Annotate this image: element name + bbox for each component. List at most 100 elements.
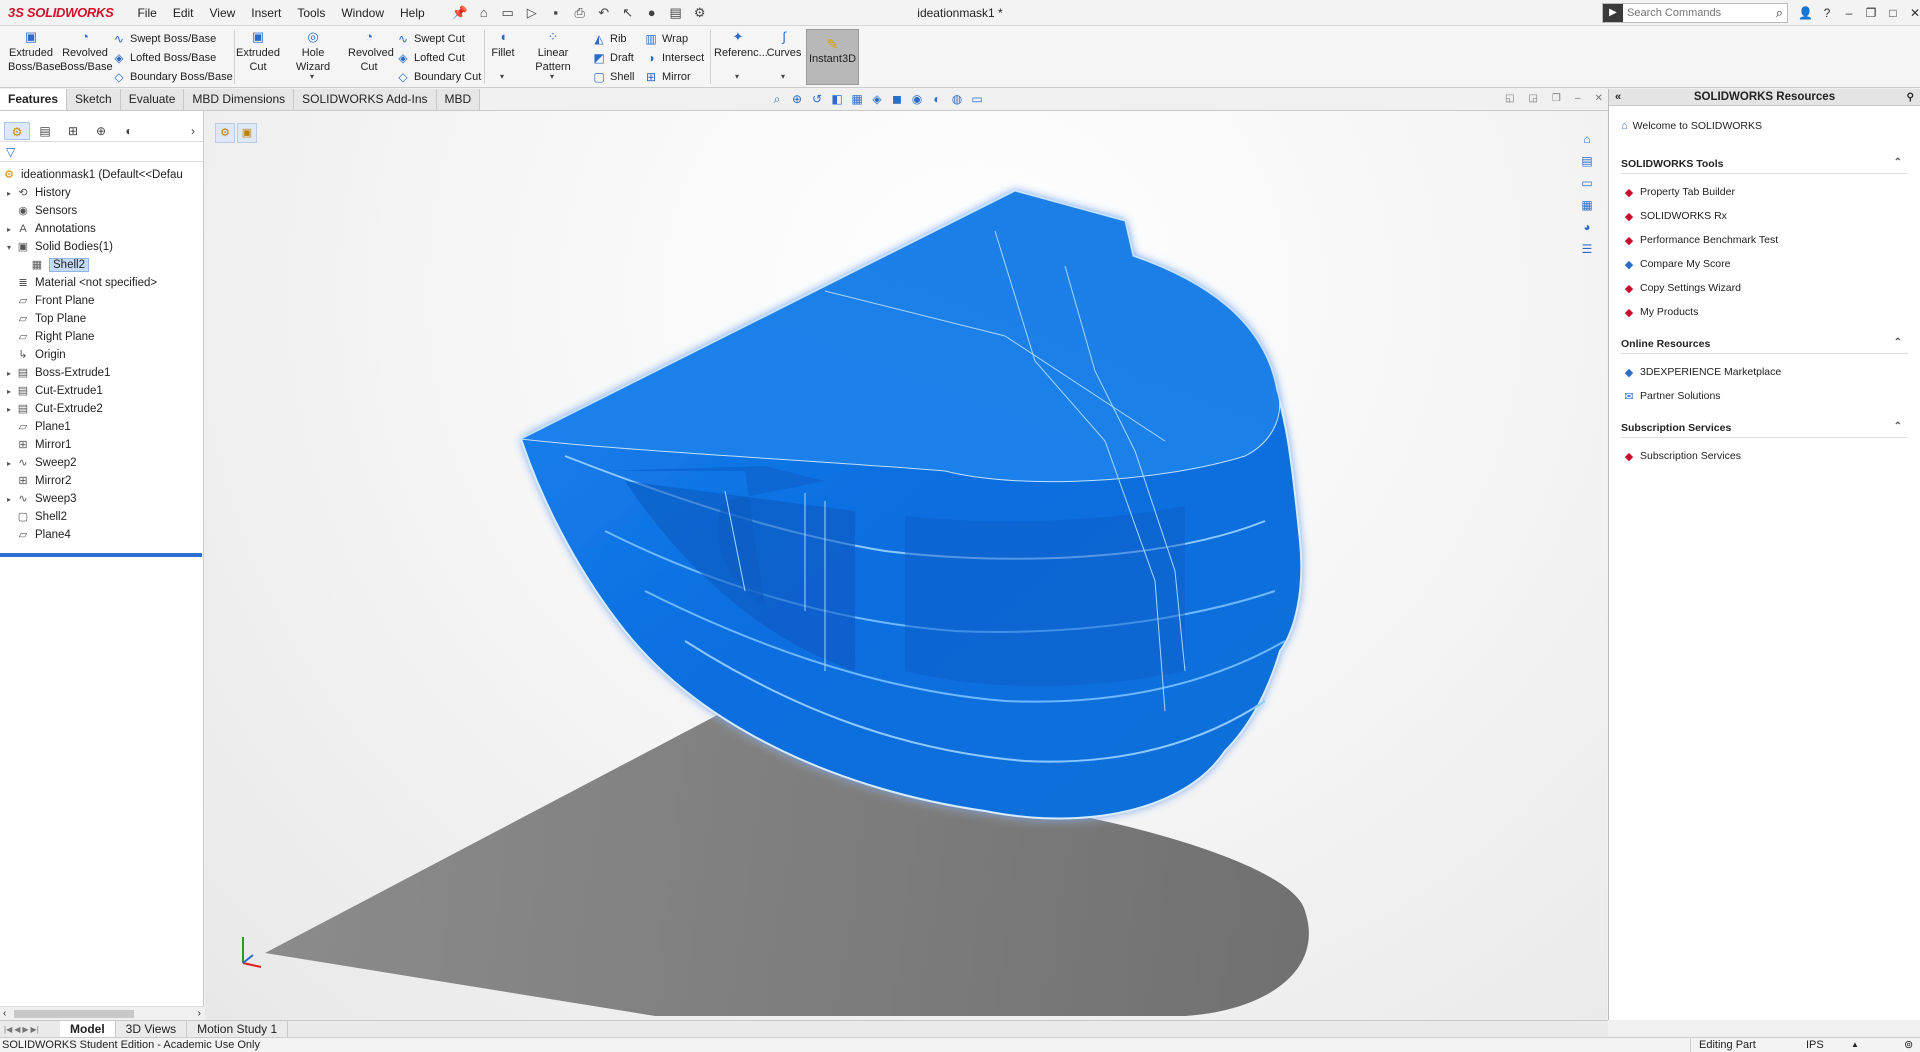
- tab-evaluate[interactable]: Evaluate: [120, 89, 185, 110]
- expand-caret-icon[interactable]: ▾: [4, 243, 14, 252]
- tab-sketch[interactable]: Sketch: [67, 89, 121, 110]
- linear-pattern-button[interactable]: ⁘ Linear Pattern: [520, 30, 586, 74]
- tree-horizontal-scrollbar[interactable]: ‹ ›: [0, 1006, 204, 1020]
- traffic-light-icon[interactable]: ●: [643, 4, 661, 22]
- save-icon[interactable]: ▪: [547, 4, 565, 22]
- search-icon[interactable]: ⌕: [1776, 5, 1787, 21]
- rib-button[interactable]: ◭ Rib: [592, 32, 626, 46]
- open-folder-icon[interactable]: ▷: [523, 4, 541, 22]
- solidworks-logo[interactable]: 3S SOLIDWORKS: [0, 0, 121, 26]
- viewport-minimize-icon[interactable]: –: [1575, 93, 1581, 104]
- search-commands[interactable]: ▶ ⌕: [1602, 3, 1788, 23]
- zoom-to-fit-icon[interactable]: ⌕: [770, 92, 784, 107]
- fillet-dropdown-icon[interactable]: ▾: [500, 72, 504, 81]
- viewport-split-icon[interactable]: ◲: [1528, 93, 1537, 104]
- tab-features[interactable]: Features: [0, 89, 68, 110]
- tree-item[interactable]: ▦ Shell2: [0, 256, 203, 274]
- view-palette-icon[interactable]: ▦: [1579, 197, 1595, 213]
- mirror-button[interactable]: ⊞ Mirror: [644, 70, 691, 84]
- tree-item[interactable]: ▸ ∿ Sweep3: [0, 490, 203, 508]
- minimize-icon[interactable]: –: [1842, 6, 1856, 20]
- collapse-section-icon[interactable]: ⌃: [1894, 337, 1902, 348]
- appearances-icon[interactable]: ◕: [1579, 219, 1595, 235]
- reference-dropdown-icon[interactable]: ▾: [735, 72, 739, 81]
- task-pane-pin-icon[interactable]: ⚲: [1907, 89, 1914, 106]
- revolved-cut-button[interactable]: ◔ Revolved Cut: [348, 30, 394, 74]
- view-orientation-icon[interactable]: ◈: [870, 92, 884, 107]
- resource-link[interactable]: ◆ Subscription Services: [1621, 444, 1908, 468]
- previous-view-icon[interactable]: ↺: [810, 92, 824, 107]
- tab-mbd-dimensions[interactable]: MBD Dimensions: [184, 89, 295, 110]
- tab-scroll-right-icon[interactable]: ›: [187, 122, 199, 140]
- tree-item[interactable]: ▱ Front Plane: [0, 292, 203, 310]
- wrap-button[interactable]: ▥ Wrap: [644, 32, 688, 46]
- rebuild-status-icon[interactable]: ⊚: [1904, 1038, 1913, 1052]
- bottom-tab-model[interactable]: Model: [60, 1021, 116, 1037]
- menu-item-view[interactable]: View: [202, 0, 244, 26]
- unit-system[interactable]: IPS: [1806, 1038, 1824, 1052]
- undo-icon[interactable]: ↶: [595, 4, 613, 22]
- property-manager-tab-icon[interactable]: ▤: [32, 122, 58, 140]
- display-manager-tab-icon[interactable]: ◐: [116, 122, 142, 140]
- curves-dropdown-icon[interactable]: ▾: [781, 72, 785, 81]
- apply-scene-icon[interactable]: ◍: [950, 92, 964, 107]
- welcome-link[interactable]: ⌂ Welcome to SOLIDWORKS: [1621, 120, 1908, 132]
- menu-item-edit[interactable]: Edit: [165, 0, 202, 26]
- tree-item[interactable]: ⊞ Mirror1: [0, 436, 203, 454]
- last-tab-icon[interactable]: ▶|: [31, 1025, 39, 1034]
- expand-caret-icon[interactable]: ▸: [4, 189, 14, 198]
- resource-link[interactable]: ◆ My Products: [1621, 300, 1908, 324]
- user-icon[interactable]: 👤: [1798, 6, 1813, 20]
- menu-item-file[interactable]: File: [129, 0, 164, 26]
- tree-filter[interactable]: ▽: [0, 142, 203, 162]
- resource-section-title[interactable]: SOLIDWORKS Tools ⌃: [1621, 157, 1908, 174]
- file-explorer-icon[interactable]: ▭: [1579, 175, 1595, 191]
- display-style-icon[interactable]: ◼: [890, 92, 904, 107]
- first-tab-icon[interactable]: |◀: [4, 1025, 12, 1034]
- tree-item[interactable]: ▸ ⟲ History: [0, 184, 203, 202]
- search-scope-icon[interactable]: ▶: [1603, 4, 1623, 22]
- scroll-right-icon[interactable]: ›: [198, 1007, 201, 1021]
- tree-item[interactable]: ◉ Sensors: [0, 202, 203, 220]
- edit-appearance-icon[interactable]: ◐: [930, 92, 944, 107]
- swept-cut-button[interactable]: ∿ Swept Cut: [396, 32, 465, 46]
- tree-item[interactable]: ≣ Material <not specified>: [0, 274, 203, 292]
- tree-item[interactable]: ▸ ▤ Cut-Extrude1: [0, 382, 203, 400]
- filter-icon[interactable]: ▽: [6, 145, 15, 159]
- expand-caret-icon[interactable]: ▸: [4, 387, 14, 396]
- collapse-section-icon[interactable]: ⌃: [1894, 421, 1902, 432]
- boundary-boss-button[interactable]: ◇ Boundary Boss/Base: [112, 70, 232, 84]
- hole-wizard-button[interactable]: ◎ Hole Wizard: [284, 30, 342, 74]
- extruded-cut-button[interactable]: ▣ Extruded Cut: [236, 30, 280, 74]
- bottom-tab-3d-views[interactable]: 3D Views: [116, 1021, 188, 1037]
- section-view-icon[interactable]: ◧: [830, 92, 844, 107]
- prev-tab-icon[interactable]: ◀: [14, 1025, 20, 1034]
- resource-section-title[interactable]: Subscription Services ⌃: [1621, 421, 1908, 438]
- custom-properties-icon[interactable]: ☰: [1579, 241, 1595, 257]
- file-properties-icon[interactable]: ▤: [667, 4, 685, 22]
- model-view[interactable]: [205, 111, 1607, 1020]
- hole-wizard-dropdown-icon[interactable]: ▾: [310, 72, 314, 81]
- tab-mbd[interactable]: MBD: [436, 89, 481, 110]
- menu-item-tools[interactable]: Tools: [289, 0, 333, 26]
- expand-caret-icon[interactable]: ▸: [4, 405, 14, 414]
- tree-item[interactable]: ▱ Plane1: [0, 418, 203, 436]
- resources-home-icon[interactable]: ⌂: [1579, 131, 1595, 147]
- select-arrow-icon[interactable]: ↖: [619, 4, 637, 22]
- dimxpert-tab-icon[interactable]: ⊕: [88, 122, 114, 140]
- menu-item-help[interactable]: Help: [392, 0, 433, 26]
- revolved-boss-button[interactable]: ◔ Revolved Boss/Base: [60, 30, 113, 74]
- help-icon[interactable]: ?: [1820, 6, 1834, 20]
- expand-caret-icon[interactable]: ▸: [4, 369, 14, 378]
- home-icon[interactable]: ⌂: [475, 4, 493, 22]
- collapse-section-icon[interactable]: ⌃: [1894, 157, 1902, 168]
- next-tab-icon[interactable]: ▶: [22, 1025, 28, 1034]
- tree-item[interactable]: ▢ Shell2: [0, 508, 203, 526]
- scrollbar-thumb[interactable]: [14, 1010, 134, 1018]
- linear-pattern-dropdown-icon[interactable]: ▾: [550, 72, 554, 81]
- resource-section-title[interactable]: Online Resources ⌃: [1621, 337, 1908, 354]
- shell-button[interactable]: ▢ Shell: [592, 70, 634, 84]
- viewport-restore-icon[interactable]: ❐: [1552, 93, 1561, 104]
- search-input[interactable]: [1623, 7, 1753, 19]
- tree-item[interactable]: ▸ ∿ Sweep2: [0, 454, 203, 472]
